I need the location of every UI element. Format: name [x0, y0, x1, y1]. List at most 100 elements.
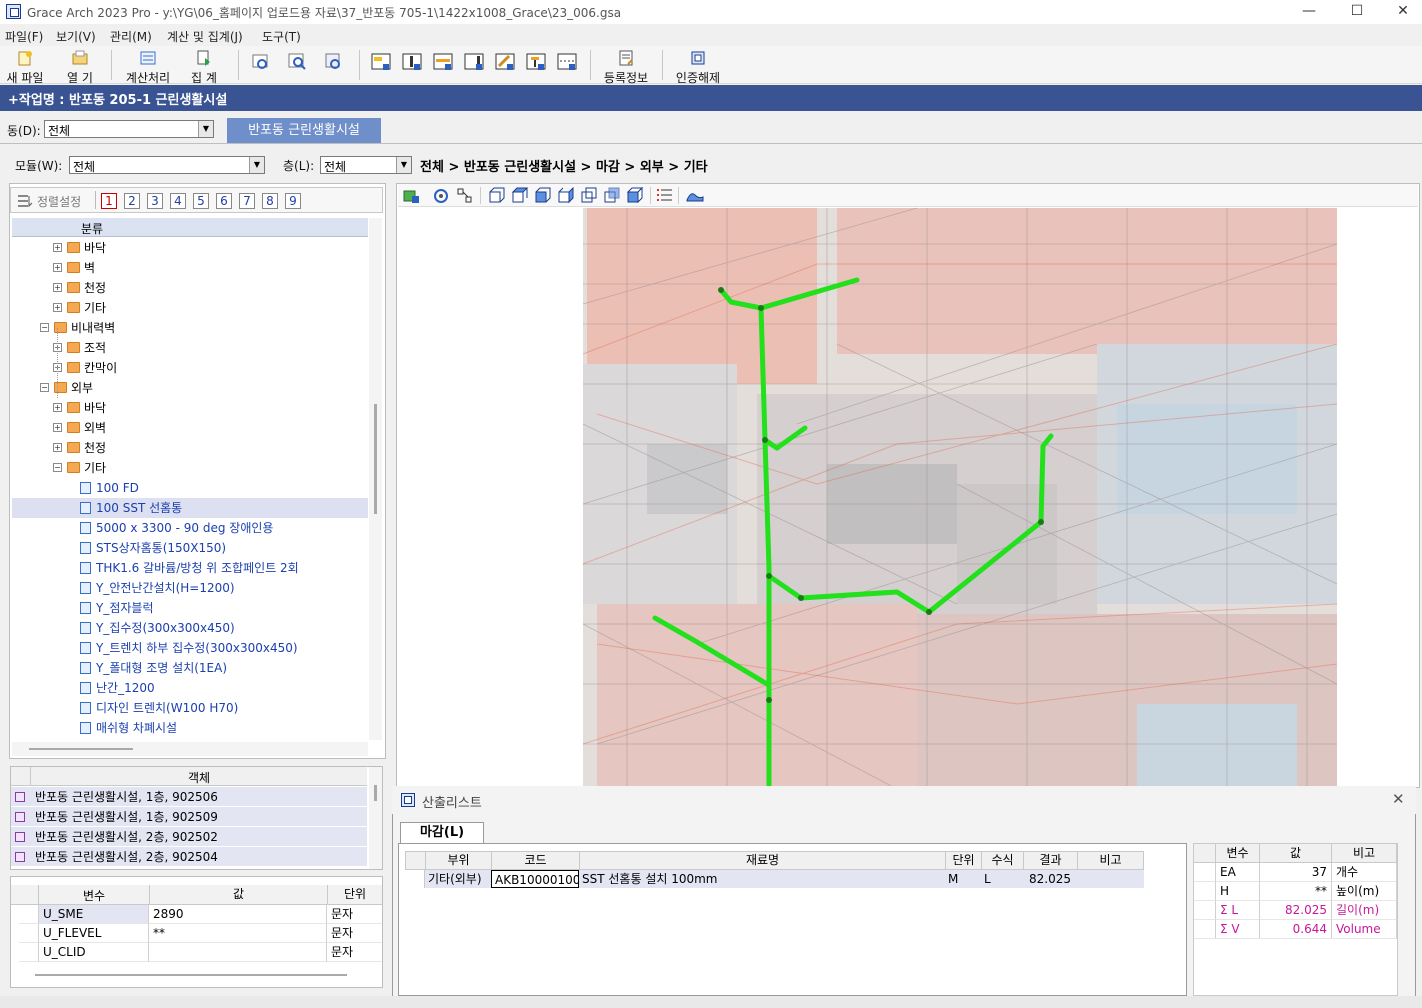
- scrollbar-thumb[interactable]: [29, 748, 133, 750]
- sort-level-2-button[interactable]: 2: [124, 193, 140, 209]
- sort-level-3-button[interactable]: 3: [147, 193, 163, 209]
- collapse-icon[interactable]: −: [40, 323, 49, 332]
- view-home-icon[interactable]: [402, 187, 420, 204]
- menu-manage[interactable]: 관리(M): [110, 28, 152, 45]
- tree-vertical-scrollbar[interactable]: [369, 218, 382, 740]
- expand-icon[interactable]: +: [53, 263, 62, 272]
- row-selector[interactable]: [19, 924, 39, 943]
- floor-select[interactable]: 전체 ▼: [320, 156, 412, 174]
- tree-folder-item[interactable]: + 조적: [12, 338, 368, 358]
- tree-leaf-item[interactable]: Y_트렌치 하부 집수정(300x300x450): [12, 638, 368, 658]
- sort-settings-button[interactable]: 정렬설정: [37, 193, 81, 210]
- tree-leaf-item[interactable]: THK1.6 갈바륨/방청 위 조합페인트 2회: [12, 558, 368, 578]
- window-tool-3-icon[interactable]: [432, 51, 454, 73]
- list-view-icon[interactable]: [656, 187, 674, 204]
- tree-leaf-item[interactable]: Y_집수정(300x300x450): [12, 618, 368, 638]
- edit-pencil-icon[interactable]: [494, 51, 516, 73]
- view-back-icon[interactable]: [580, 187, 598, 204]
- find-icon[interactable]: [250, 51, 272, 73]
- row-selector[interactable]: [19, 943, 39, 962]
- view-iso-icon[interactable]: [603, 187, 621, 204]
- menu-calc[interactable]: 계산 및 집계(J): [167, 28, 243, 45]
- row-selector[interactable]: [19, 905, 39, 924]
- object-row[interactable]: 반포동 근린생활시설, 1층, 902506: [11, 787, 367, 807]
- tree-folder-item[interactable]: + 외벽: [12, 418, 368, 438]
- register-info-button[interactable]: 등록정보: [600, 48, 652, 85]
- menu-file[interactable]: 파일(F): [5, 28, 43, 45]
- tree-horizontal-scrollbar[interactable]: [12, 742, 368, 756]
- row-selector[interactable]: [405, 870, 425, 888]
- terrain-icon[interactable]: [686, 187, 704, 204]
- view-right-icon[interactable]: [557, 187, 575, 204]
- object-row[interactable]: 반포동 근린생활시설, 2층, 902502: [11, 827, 367, 847]
- dong-select[interactable]: 전체 ▼: [44, 120, 214, 138]
- new-file-button[interactable]: 새 파일: [4, 48, 46, 85]
- view-left-icon[interactable]: [534, 187, 552, 204]
- expand-icon[interactable]: +: [53, 283, 62, 292]
- tree-leaf-item[interactable]: Y_점자블럭: [12, 598, 368, 618]
- expand-icon[interactable]: +: [53, 423, 62, 432]
- row-selector[interactable]: [1194, 901, 1216, 920]
- node-view-icon[interactable]: [456, 187, 474, 204]
- sort-level-8-button[interactable]: 8: [262, 193, 278, 209]
- window-tool-4-icon[interactable]: [463, 51, 485, 73]
- result-cell-code[interactable]: AKB100001005: [491, 870, 579, 888]
- scrollbar-thumb[interactable]: [374, 785, 377, 801]
- expand-icon[interactable]: +: [53, 443, 62, 452]
- tree-leaf-item[interactable]: 5000 x 3300 - 90 deg 장애인용: [12, 518, 368, 538]
- tree-folder-item[interactable]: + 칸막이: [12, 358, 368, 378]
- tree-folder-item[interactable]: + 천정: [12, 438, 368, 458]
- tree-leaf-item[interactable]: 디자인 트렌치(W100 H70): [12, 698, 368, 718]
- object-row[interactable]: 반포동 근린생활시설, 2층, 902504: [11, 847, 367, 867]
- tree-folder-item[interactable]: − 기타: [12, 458, 368, 478]
- calculate-button[interactable]: 계산처리: [122, 48, 174, 85]
- tree-folder-item[interactable]: + 바닥: [12, 238, 368, 258]
- tree-folder-item[interactable]: + 벽: [12, 258, 368, 278]
- minimize-button[interactable]: —: [1286, 0, 1332, 24]
- collapse-icon[interactable]: −: [40, 383, 49, 392]
- tree-leaf-item[interactable]: 100 FD: [12, 478, 368, 498]
- window-tool-7-icon[interactable]: [556, 51, 578, 73]
- window-tool-6-icon[interactable]: [525, 51, 547, 73]
- tab-finish[interactable]: 마감(L): [400, 822, 484, 844]
- sort-level-7-button[interactable]: 7: [239, 193, 255, 209]
- row-selector[interactable]: [1194, 920, 1216, 939]
- release-auth-button[interactable]: 인증해제: [672, 48, 724, 85]
- 3d-viewport[interactable]: [396, 183, 1420, 788]
- tree-folder-item[interactable]: + 바닥: [12, 398, 368, 418]
- variable-value[interactable]: [149, 943, 327, 962]
- view-bottom-icon[interactable]: [626, 187, 644, 204]
- menu-tools[interactable]: 도구(T): [262, 28, 301, 45]
- close-window-button[interactable]: ✕: [1380, 0, 1422, 24]
- view-front-icon[interactable]: [488, 187, 506, 204]
- collapse-icon[interactable]: −: [53, 463, 62, 472]
- menu-view[interactable]: 보기(V): [56, 28, 96, 45]
- expand-icon[interactable]: +: [53, 403, 62, 412]
- sort-level-6-button[interactable]: 6: [216, 193, 232, 209]
- view-search-icon[interactable]: [322, 51, 344, 73]
- window-tool-1-icon[interactable]: [370, 51, 392, 73]
- variable-value[interactable]: **: [149, 924, 327, 943]
- module-select[interactable]: 전체 ▼: [69, 156, 265, 174]
- variable-grid-scrollbar[interactable]: [35, 974, 347, 976]
- window-tool-2-icon[interactable]: [401, 51, 423, 73]
- close-icon[interactable]: ✕: [1392, 790, 1405, 808]
- view-top-icon[interactable]: [511, 187, 529, 204]
- tree-leaf-item[interactable]: STS상자홈통(150X150): [12, 538, 368, 558]
- row-selector[interactable]: [1194, 882, 1216, 901]
- row-selector[interactable]: [1194, 863, 1216, 882]
- sort-level-4-button[interactable]: 4: [170, 193, 186, 209]
- building-tab[interactable]: 반포동 근린생활시설: [227, 118, 381, 143]
- object-row[interactable]: 반포동 근린생활시설, 1층, 902509: [11, 807, 367, 827]
- tree-folder-item[interactable]: − 비내력벽: [12, 318, 368, 338]
- tree-leaf-item[interactable]: 난간_1200: [12, 678, 368, 698]
- tree-leaf-item[interactable]: Y_안전난간설치(H=1200): [12, 578, 368, 598]
- object-list-scrollbar[interactable]: [369, 767, 382, 869]
- tree-folder-item[interactable]: + 기타: [12, 298, 368, 318]
- sort-level-9-button[interactable]: 9: [285, 193, 301, 209]
- tree-folder-item[interactable]: + 천정: [12, 278, 368, 298]
- tree-leaf-item[interactable]: 매쉬형 차폐시설: [12, 718, 368, 738]
- tree-leaf-item[interactable]: Y_폴대형 조명 설치(1EA): [12, 658, 368, 678]
- expand-icon[interactable]: +: [53, 243, 62, 252]
- sort-level-5-button[interactable]: 5: [193, 193, 209, 209]
